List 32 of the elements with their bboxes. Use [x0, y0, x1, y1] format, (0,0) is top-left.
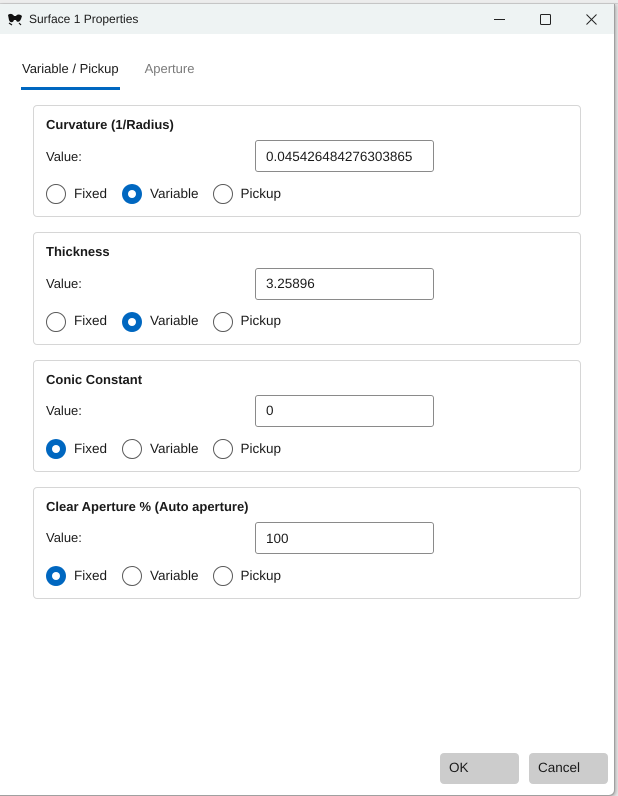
radio-option[interactable]: Pickup — [212, 184, 282, 204]
ok-button[interactable]: OK — [440, 753, 519, 784]
value-label: Value: — [46, 148, 83, 166]
close-icon — [586, 14, 596, 24]
group-title: Conic Constant — [46, 370, 142, 388]
radio-option[interactable]: Fixed — [46, 438, 108, 459]
value-field[interactable]: 0 — [255, 394, 434, 427]
app-logo-icon — [7, 12, 23, 26]
radio-option[interactable]: Fixed — [46, 311, 108, 332]
radio-option[interactable]: Variable — [122, 184, 199, 204]
radio-option[interactable]: Variable — [122, 438, 199, 459]
tab[interactable]: Variable / Pickup — [21, 58, 120, 90]
value-label: Value: — [46, 402, 83, 420]
radio-option[interactable]: Fixed — [46, 184, 108, 204]
radio-option[interactable]: Pickup — [212, 566, 282, 586]
value-field[interactable]: 0.045426484276303865 — [255, 140, 434, 172]
cancel-button[interactable]: Cancel — [529, 753, 608, 784]
group-title: Thickness — [46, 243, 110, 262]
value-label: Value: — [46, 529, 83, 548]
maximize-icon — [540, 14, 550, 24]
tab[interactable]: Aperture — [144, 58, 196, 90]
value-field[interactable]: 3.25896 — [255, 268, 434, 300]
radio-option[interactable]: Fixed — [46, 566, 108, 586]
radio-option[interactable]: Pickup — [212, 438, 282, 459]
value-field[interactable]: 100 — [255, 522, 434, 554]
radio-option[interactable]: Pickup — [212, 311, 282, 332]
group-title: Clear Aperture % (Auto aperture) — [46, 498, 248, 516]
value-label: Value: — [46, 274, 83, 293]
window-title: Surface 1 Properties — [29, 11, 138, 28]
group-title: Curvature (1/Radius) — [46, 116, 174, 134]
radio-option[interactable]: Variable — [122, 566, 199, 586]
radio-option[interactable]: Variable — [122, 311, 199, 332]
